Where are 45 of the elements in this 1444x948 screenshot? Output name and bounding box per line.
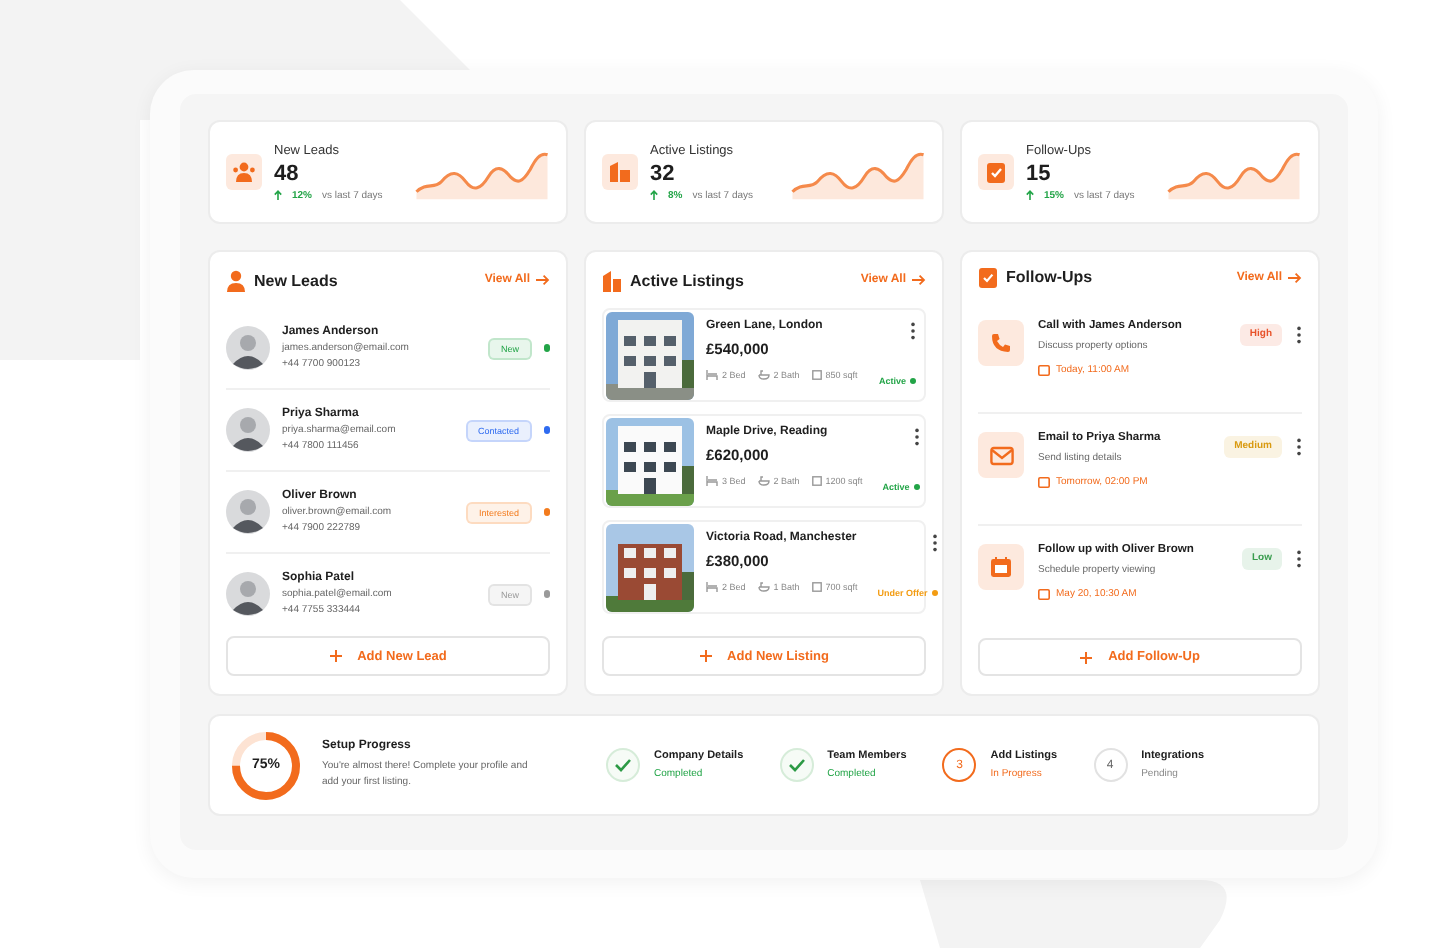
clipboard-check-icon bbox=[984, 160, 1008, 184]
envelope-icon bbox=[989, 445, 1013, 466]
people-icon bbox=[232, 160, 256, 184]
plus-icon bbox=[699, 650, 712, 662]
more-icon[interactable] bbox=[1296, 438, 1302, 457]
bath-icon bbox=[757, 476, 770, 486]
area-icon bbox=[811, 582, 822, 592]
bed-icon bbox=[706, 370, 718, 380]
avatar-icon bbox=[226, 408, 270, 452]
person-icon bbox=[226, 269, 246, 291]
bed-icon bbox=[706, 476, 718, 486]
arrow-right-icon bbox=[536, 274, 550, 286]
plus-icon bbox=[1080, 651, 1093, 664]
arrow-right-icon bbox=[912, 274, 926, 286]
building-icon bbox=[608, 160, 632, 184]
stat-value: 32 bbox=[650, 161, 677, 185]
area-icon bbox=[811, 476, 822, 486]
progress-ring bbox=[230, 729, 302, 801]
arrow-up-icon bbox=[1026, 190, 1034, 200]
phone-icon bbox=[990, 332, 1012, 355]
more-icon[interactable] bbox=[913, 428, 920, 446]
avatar-icon bbox=[226, 490, 270, 534]
more-icon[interactable] bbox=[931, 534, 938, 552]
card-title: Follow-Ups bbox=[1006, 268, 1095, 287]
clipboard-check-icon bbox=[978, 266, 998, 289]
building-icon bbox=[602, 269, 622, 291]
stat-value: 48 bbox=[274, 161, 301, 185]
card-title: New Leads bbox=[254, 271, 340, 289]
bath-icon bbox=[757, 582, 770, 592]
check-icon bbox=[606, 748, 640, 782]
arrow-up-icon bbox=[650, 190, 658, 200]
area-icon bbox=[811, 370, 822, 380]
avatar-icon bbox=[226, 572, 270, 616]
bed-icon bbox=[706, 582, 718, 592]
more-icon[interactable] bbox=[1296, 326, 1302, 345]
check-icon bbox=[779, 748, 814, 782]
card-title: Active Listings bbox=[630, 271, 746, 289]
stat-value: 15 bbox=[1026, 161, 1053, 185]
arrow-up-icon bbox=[274, 190, 282, 200]
arrow-right-icon bbox=[1288, 271, 1302, 284]
plus-icon bbox=[329, 650, 342, 662]
avatar-icon bbox=[226, 326, 270, 370]
bath-icon bbox=[757, 370, 770, 380]
more-icon[interactable] bbox=[1296, 550, 1302, 569]
more-icon[interactable] bbox=[910, 322, 916, 340]
